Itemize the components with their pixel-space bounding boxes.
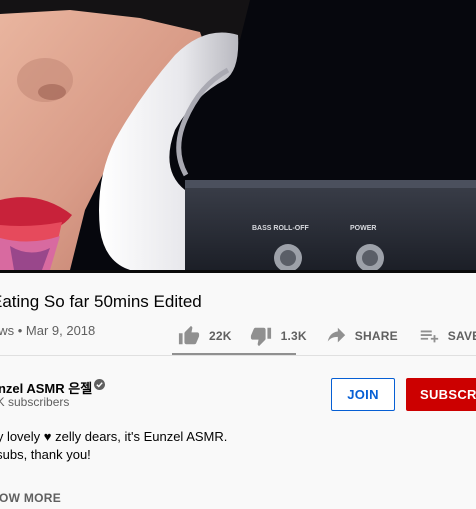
- playlist-add-icon: [420, 330, 438, 343]
- like-count: 22K: [209, 329, 232, 343]
- verified-icon: [94, 379, 105, 390]
- thumb-up-icon: [178, 325, 200, 345]
- share-icon: [327, 327, 345, 343]
- mic-label-bass: BASS ROLL-OFF: [252, 225, 309, 232]
- action-bar: 22K 1.3K SHARE SAVE: [170, 318, 476, 354]
- video-bottom-edge: [0, 270, 476, 273]
- dislike-button[interactable]: 1.3K: [250, 321, 307, 351]
- video-frame-image: BASS ROLL-OFF POWER: [0, 0, 476, 270]
- save-button[interactable]: SAVE: [418, 321, 476, 351]
- video-player[interactable]: BASS ROLL-OFF POWER: [0, 0, 476, 270]
- share-label: SHARE: [354, 329, 398, 343]
- join-button[interactable]: JOIN: [331, 378, 395, 411]
- like-button[interactable]: 22K: [178, 321, 232, 351]
- save-label: SAVE: [447, 329, 476, 343]
- mic-label-power: POWER: [350, 225, 376, 232]
- share-button[interactable]: SHARE: [325, 321, 398, 351]
- divider: [0, 355, 476, 356]
- subscriber-count: 3K subscribers: [0, 395, 70, 409]
- dislike-count: 1.3K: [280, 329, 307, 343]
- subscribe-button[interactable]: SUBSCRIBE: [406, 378, 476, 411]
- thumb-down-icon: [250, 327, 271, 347]
